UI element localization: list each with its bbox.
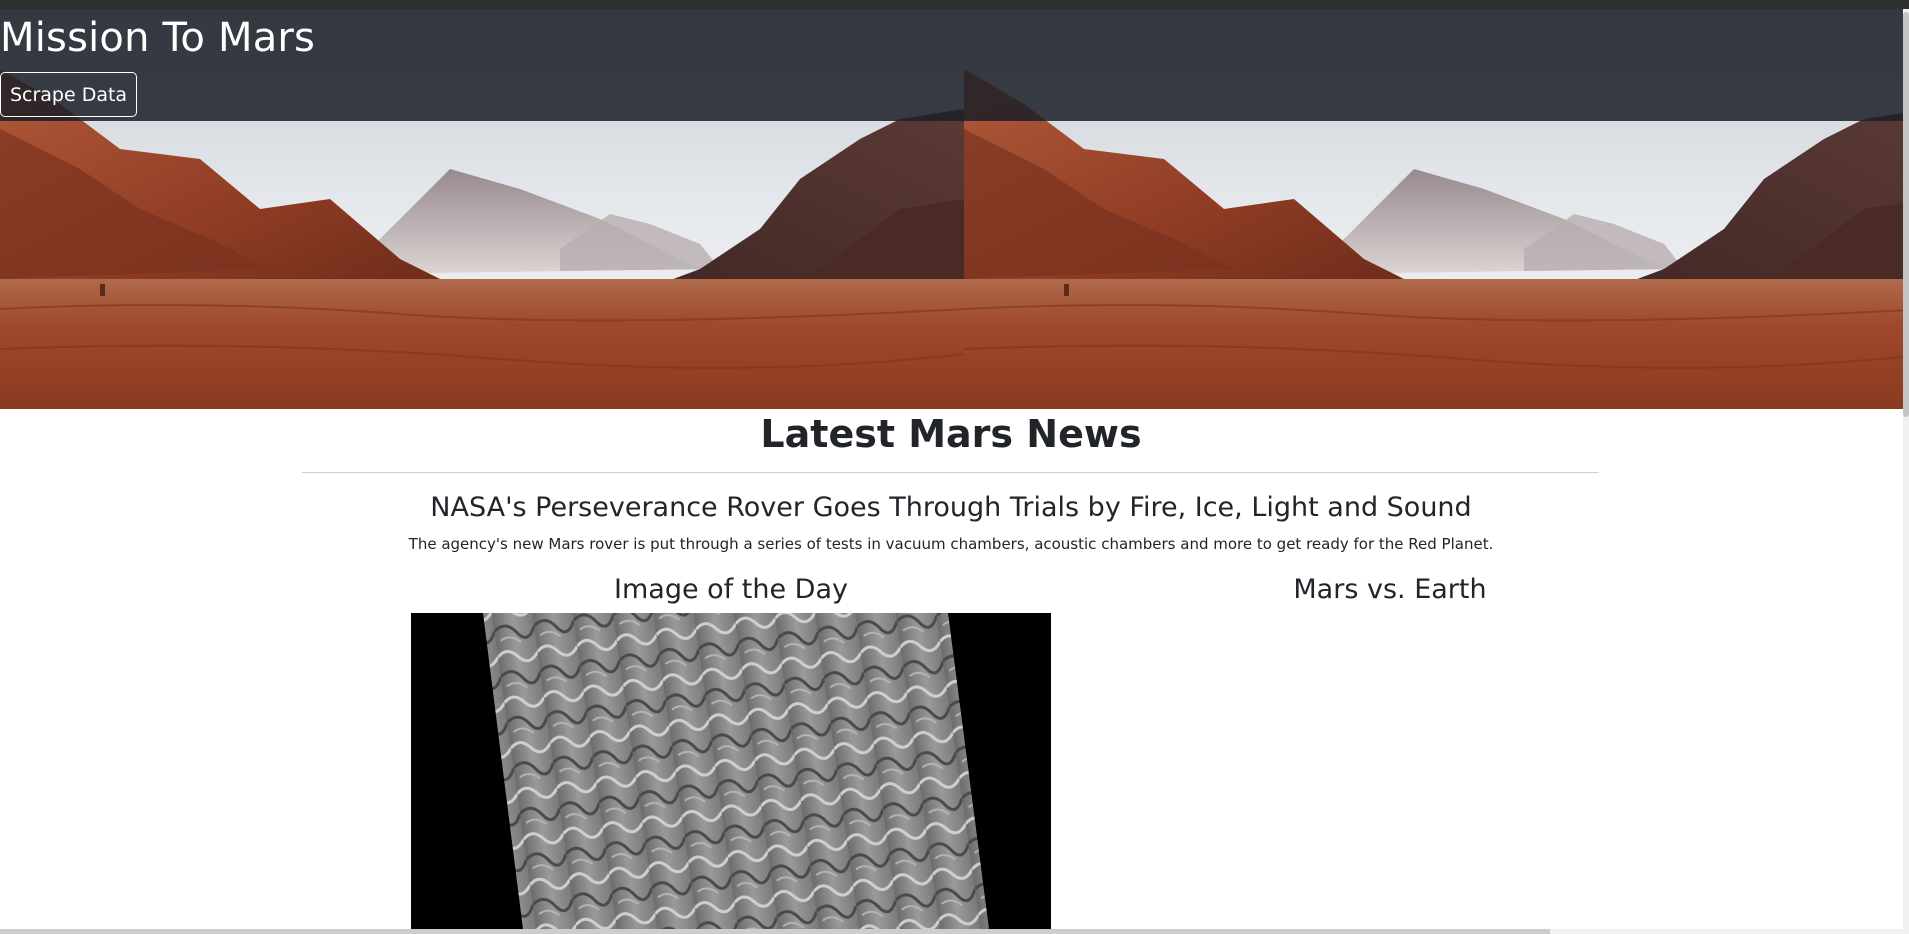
- page-title: Mission To Mars: [0, 15, 316, 61]
- image-of-day: [411, 613, 1051, 929]
- vertical-scrollbar-thumb[interactable]: [1903, 12, 1909, 417]
- horizontal-scrollbar-thumb[interactable]: [0, 929, 1550, 934]
- section-divider: [302, 472, 1599, 473]
- news-headline: NASA's Perseverance Rover Goes Through T…: [430, 492, 1472, 523]
- news-teaser: The agency's new Mars rover is put throu…: [408, 535, 1494, 553]
- latest-news-heading: Latest Mars News: [760, 412, 1142, 456]
- scrape-data-button[interactable]: Scrape Data: [0, 72, 137, 117]
- browser-top-bar: [0, 0, 1909, 9]
- hero-banner: Mission To Mars Scrape Data: [0, 9, 1908, 409]
- image-of-day-heading: Image of the Day: [614, 574, 848, 605]
- mars-vs-earth-heading: Mars vs. Earth: [1293, 574, 1487, 605]
